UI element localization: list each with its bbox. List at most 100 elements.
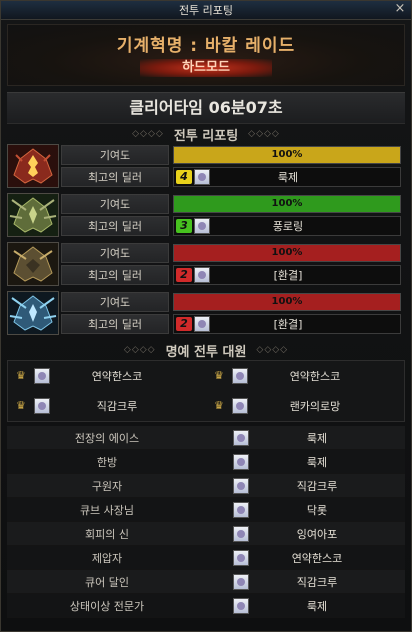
avatar xyxy=(194,267,210,283)
top-dealer-label: 최고의 딜러 xyxy=(61,167,169,187)
boss-row: 기여도 100% 최고의 딜러 2 [환결] xyxy=(5,291,407,335)
avatar xyxy=(233,597,249,614)
rank-badge: 2 xyxy=(176,317,192,331)
ornament-left: ◇◇◇◇ xyxy=(132,129,164,139)
dungeon-title: 기계혁명 : 바칼 레이드 xyxy=(116,36,296,56)
honor-members: ♛ 연약한스코 ♛ 연약한스코 ♛ 직감크루 ♛ 랜카의로망 xyxy=(7,360,405,422)
award-row: 전장의 에이스 룩제 xyxy=(7,426,405,450)
avatar xyxy=(232,368,248,384)
top-dealer-box: 3 풍로링 xyxy=(173,216,401,236)
honor-member: ♛ 연약한스코 xyxy=(206,361,404,391)
award-row: 회피의 신 잉여아포 xyxy=(7,522,405,546)
award-title: 제압자 xyxy=(91,551,123,565)
medal-icon: ♛ xyxy=(16,399,26,412)
award-row: 한방 룩제 xyxy=(7,450,405,474)
award-title: 전장의 에이스 xyxy=(74,431,140,445)
gold-dragon-icon xyxy=(7,242,59,286)
avatar xyxy=(233,453,249,470)
section-battle-report: ◇◇◇◇ 전투 리포팅 ◇◇◇◇ xyxy=(1,124,411,144)
award-row: 큐어 달인 직감크루 xyxy=(7,570,405,594)
top-dealer-box: 2 [환결] xyxy=(173,314,401,334)
contribution-label: 기여도 xyxy=(61,243,169,263)
top-dealer-label: 최고의 딜러 xyxy=(61,216,169,236)
battle-report-window: 전투 리포팅 × 기계혁명 : 바칼 레이드 하드모드 클리어타임 06분07초… xyxy=(0,0,412,632)
award-player: 룩제 xyxy=(306,455,328,469)
boss-row: 기여도 100% 최고의 딜러 3 풍로링 xyxy=(5,193,407,237)
ornament-left: ◇◇◇◇ xyxy=(123,345,156,355)
award-player: 룩제 xyxy=(306,431,328,445)
honor-member-name: 랜카의로망 xyxy=(289,400,341,413)
window-title: 전투 리포팅 xyxy=(178,4,234,17)
blue-dragon-icon xyxy=(7,291,59,335)
dungeon-header: 기계혁명 : 바칼 레이드 하드모드 xyxy=(7,24,405,86)
award-title: 상태이상 전문가 xyxy=(69,599,145,613)
award-row: 큐브 사장님 닥롯 xyxy=(7,498,405,522)
avatar xyxy=(34,398,50,414)
ornament-right: ◇◇◇◇ xyxy=(256,345,289,355)
contribution-bar: 100% xyxy=(173,146,401,164)
contribution-value: 100% xyxy=(271,198,303,209)
award-row: 구원자 직감크루 xyxy=(7,474,405,498)
top-dealer-box: 2 [환결] xyxy=(173,265,401,285)
rank-badge: 2 xyxy=(176,268,192,282)
honor-member-name: 직감크루 xyxy=(96,400,138,413)
medal-icon: ♛ xyxy=(214,399,224,412)
avatar xyxy=(233,501,249,518)
award-player: 잉여아포 xyxy=(296,527,338,541)
top-dealer-name: [환결] xyxy=(273,269,303,282)
clear-time: 클리어타임 06분07초 xyxy=(7,92,405,124)
avatar xyxy=(34,368,50,384)
red-dragon-icon xyxy=(7,144,59,188)
avatar xyxy=(233,477,249,494)
award-row: 제압자 연약한스코 xyxy=(7,546,405,570)
contribution-value: 100% xyxy=(271,296,303,307)
contribution-label: 기여도 xyxy=(61,292,169,312)
award-title: 큐어 달인 xyxy=(85,575,129,589)
award-title: 한방 xyxy=(96,455,118,469)
avatar xyxy=(233,429,249,446)
close-icon[interactable]: × xyxy=(393,2,407,16)
award-player: 룩제 xyxy=(306,599,328,613)
honor-member: ♛ 랜카의로망 xyxy=(206,391,404,421)
avatar xyxy=(232,398,248,414)
top-dealer-name: 풍로링 xyxy=(272,220,304,233)
award-player: 직감크루 xyxy=(296,575,338,589)
avatar xyxy=(233,549,249,566)
medal-icon: ♛ xyxy=(214,369,224,382)
contribution-bar: 100% xyxy=(173,244,401,262)
top-dealer-name: [환결] xyxy=(273,318,303,331)
window-titlebar[interactable]: 전투 리포팅 × xyxy=(1,1,411,20)
honor-member: ♛ 연약한스코 xyxy=(8,361,206,391)
top-dealer-label: 최고의 딜러 xyxy=(61,314,169,334)
green-dragon-icon xyxy=(7,193,59,237)
award-title: 구원자 xyxy=(91,479,123,493)
contribution-value: 100% xyxy=(271,149,303,160)
ornament-right: ◇◇◇◇ xyxy=(248,129,280,139)
award-player: 연약한스코 xyxy=(291,551,343,565)
top-dealer-name: 룩제 xyxy=(277,171,299,184)
section-title-honor: 명예 전투 대원 xyxy=(165,344,247,360)
award-title: 큐브 사장님 xyxy=(79,503,135,517)
rank-badge: 4 xyxy=(176,170,192,184)
avatar xyxy=(233,573,249,590)
difficulty-badge: 하드모드 xyxy=(140,59,272,77)
award-player: 닥롯 xyxy=(306,503,328,517)
boss-row: 기여도 100% 최고의 딜러 2 [환결] xyxy=(5,242,407,286)
awards-list: 전장의 에이스 룩제 한방 룩제 구원자 직감크루 큐브 사장님 닥롯 회피의 … xyxy=(7,426,405,618)
contribution-value: 100% xyxy=(271,247,303,258)
avatar xyxy=(194,169,210,185)
section-title-battle-report: 전투 리포팅 xyxy=(173,128,239,144)
contribution-label: 기여도 xyxy=(61,145,169,165)
avatar xyxy=(194,218,210,234)
contribution-label: 기여도 xyxy=(61,194,169,214)
avatar xyxy=(233,525,249,542)
boss-row: 기여도 100% 최고의 딜러 4 룩제 xyxy=(5,144,407,188)
award-row: 상태이상 전문가 룩제 xyxy=(7,594,405,618)
award-player: 직감크루 xyxy=(296,479,338,493)
section-honor: ◇◇◇◇ 명예 전투 대원 ◇◇◇◇ xyxy=(1,340,411,360)
honor-member-name: 연약한스코 xyxy=(91,370,143,383)
honor-member-name: 연약한스코 xyxy=(289,370,341,383)
top-dealer-box: 4 룩제 xyxy=(173,167,401,187)
top-dealer-label: 최고의 딜러 xyxy=(61,265,169,285)
rank-badge: 3 xyxy=(176,219,192,233)
